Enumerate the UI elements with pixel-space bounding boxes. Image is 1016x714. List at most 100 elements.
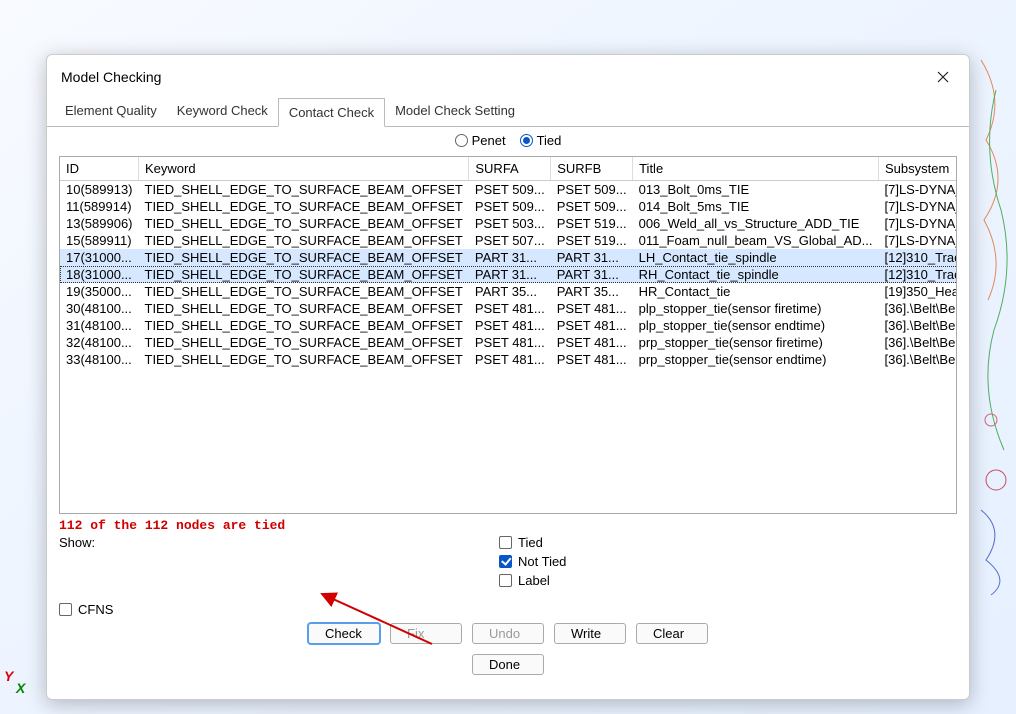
- cell-kw: TIED_SHELL_EDGE_TO_SURFACE_BEAM_OFFSET: [139, 334, 469, 351]
- contact-table[interactable]: ID Keyword SURFA SURFB Title Subsystem 1…: [59, 156, 957, 514]
- tab-element-quality[interactable]: Element Quality: [55, 97, 167, 126]
- tab-bar: Element Quality Keyword Check Contact Ch…: [47, 97, 969, 127]
- table-row[interactable]: 31(48100...TIED_SHELL_EDGE_TO_SURFACE_BE…: [60, 317, 957, 334]
- cell-id: 30(48100...: [60, 300, 139, 317]
- cell-title: 013_Bolt_0ms_TIE: [633, 181, 879, 199]
- cell-title: prp_stopper_tie(sensor endtime): [633, 351, 879, 368]
- undo-button[interactable]: Undo: [472, 623, 544, 644]
- checkbox-not-tied[interactable]: Not Tied: [499, 554, 566, 569]
- col-surfa[interactable]: SURFA: [469, 157, 551, 181]
- cell-id: 18(31000...: [60, 266, 139, 283]
- cell-sfb: PSET 481...: [551, 317, 633, 334]
- radio-penet-label: Penet: [472, 133, 506, 148]
- dialog-title: Model Checking: [61, 69, 931, 85]
- cell-sfa: PSET 503...: [469, 215, 551, 232]
- table-row[interactable]: 15(589911)TIED_SHELL_EDGE_TO_SURFACE_BEA…: [60, 232, 957, 249]
- cell-kw: TIED_SHELL_EDGE_TO_SURFACE_BEAM_OFFSET: [139, 351, 469, 368]
- tab-keyword-check[interactable]: Keyword Check: [167, 97, 278, 126]
- clear-button[interactable]: Clear: [636, 623, 708, 644]
- table-row[interactable]: 33(48100...TIED_SHELL_EDGE_TO_SURFACE_BE…: [60, 351, 957, 368]
- cell-id: 13(589906): [60, 215, 139, 232]
- cell-id: 17(31000...: [60, 249, 139, 266]
- col-subsystem[interactable]: Subsystem: [879, 157, 958, 181]
- radio-penet[interactable]: Penet: [455, 133, 506, 148]
- cell-sfa: PSET 509...: [469, 198, 551, 215]
- tab-contact-check[interactable]: Contact Check: [278, 98, 385, 127]
- table-row[interactable]: 18(31000...TIED_SHELL_EDGE_TO_SURFACE_BE…: [60, 266, 957, 283]
- canvas-decoration: [976, 40, 1016, 600]
- cell-sub: [19]350_Headre...: [879, 283, 958, 300]
- axis-y-label: Y: [4, 668, 13, 684]
- col-surfb[interactable]: SURFB: [551, 157, 633, 181]
- col-keyword[interactable]: Keyword: [139, 157, 469, 181]
- cell-title: LH_Contact_tie_spindle: [633, 249, 879, 266]
- checkbox-label[interactable]: Label: [499, 573, 566, 588]
- checkbox-icon: [499, 574, 512, 587]
- cell-sfb: PSET 481...: [551, 300, 633, 317]
- cell-id: 33(48100...: [60, 351, 139, 368]
- cell-title: HR_Contact_tie: [633, 283, 879, 300]
- table-row[interactable]: 17(31000...TIED_SHELL_EDGE_TO_SURFACE_BE…: [60, 249, 957, 266]
- cell-id: 19(35000...: [60, 283, 139, 300]
- check-button[interactable]: Check: [308, 623, 380, 644]
- cell-id: 10(589913): [60, 181, 139, 199]
- cell-sub: [36].\Belt\Belt_...: [879, 334, 958, 351]
- checkbox-label-label: Label: [518, 573, 550, 588]
- table-row[interactable]: 32(48100...TIED_SHELL_EDGE_TO_SURFACE_BE…: [60, 334, 957, 351]
- cell-kw: TIED_SHELL_EDGE_TO_SURFACE_BEAM_OFFSET: [139, 317, 469, 334]
- table-row[interactable]: 10(589913)TIED_SHELL_EDGE_TO_SURFACE_BEA…: [60, 181, 957, 199]
- cell-sub: [7]LS-DYNA_con...: [879, 181, 958, 199]
- cell-kw: TIED_SHELL_EDGE_TO_SURFACE_BEAM_OFFSET: [139, 232, 469, 249]
- cell-title: plp_stopper_tie(sensor endtime): [633, 317, 879, 334]
- radio-tied[interactable]: Tied: [520, 133, 562, 148]
- col-title[interactable]: Title: [633, 157, 879, 181]
- table-row[interactable]: 30(48100...TIED_SHELL_EDGE_TO_SURFACE_BE…: [60, 300, 957, 317]
- cell-title: 014_Bolt_5ms_TIE: [633, 198, 879, 215]
- close-button[interactable]: [931, 65, 955, 89]
- checkbox-icon: [59, 603, 72, 616]
- cell-sfa: PSET 481...: [469, 317, 551, 334]
- table-row[interactable]: 13(589906)TIED_SHELL_EDGE_TO_SURFACE_BEA…: [60, 215, 957, 232]
- cell-sub: [12]310_Track_...: [879, 266, 958, 283]
- radio-tied-label: Tied: [537, 133, 562, 148]
- axis-x-label: X: [16, 680, 25, 696]
- cell-sfa: PSET 481...: [469, 351, 551, 368]
- cell-sfb: PSET 481...: [551, 351, 633, 368]
- cell-sfa: PART 31...: [469, 249, 551, 266]
- cell-title: plp_stopper_tie(sensor firetime): [633, 300, 879, 317]
- checkbox-cfns[interactable]: CFNS: [59, 602, 957, 617]
- done-button[interactable]: Done: [472, 654, 544, 675]
- checkbox-icon: [499, 555, 512, 568]
- table-row[interactable]: 11(589914)TIED_SHELL_EDGE_TO_SURFACE_BEA…: [60, 198, 957, 215]
- cell-title: RH_Contact_tie_spindle: [633, 266, 879, 283]
- show-label: Show:: [59, 535, 499, 550]
- cell-sfa: PSET 507...: [469, 232, 551, 249]
- cell-sfa: PART 35...: [469, 283, 551, 300]
- titlebar: Model Checking: [47, 55, 969, 97]
- checkbox-not-tied-label: Not Tied: [518, 554, 566, 569]
- cell-sub: [36].\Belt\Belt_...: [879, 351, 958, 368]
- col-id[interactable]: ID: [60, 157, 139, 181]
- cell-sfb: PSET 509...: [551, 198, 633, 215]
- fix-button[interactable]: Fix: [390, 623, 462, 644]
- tab-model-check-setting[interactable]: Model Check Setting: [385, 97, 525, 126]
- cell-sub: [36].\Belt\Belt_...: [879, 317, 958, 334]
- cell-sfa: PSET 481...: [469, 334, 551, 351]
- cell-title: 006_Weld_all_vs_Structure_ADD_TIE: [633, 215, 879, 232]
- cell-sfa: PART 31...: [469, 266, 551, 283]
- radio-icon: [455, 134, 468, 147]
- cell-kw: TIED_SHELL_EDGE_TO_SURFACE_BEAM_OFFSET: [139, 198, 469, 215]
- cell-sfb: PSET 481...: [551, 334, 633, 351]
- cell-title: prp_stopper_tie(sensor firetime): [633, 334, 879, 351]
- cell-kw: TIED_SHELL_EDGE_TO_SURFACE_BEAM_OFFSET: [139, 249, 469, 266]
- cell-kw: TIED_SHELL_EDGE_TO_SURFACE_BEAM_OFFSET: [139, 215, 469, 232]
- cell-id: 32(48100...: [60, 334, 139, 351]
- write-button[interactable]: Write: [554, 623, 626, 644]
- cell-sfb: PART 31...: [551, 249, 633, 266]
- cell-sfb: PSET 519...: [551, 232, 633, 249]
- cell-sfb: PSET 509...: [551, 181, 633, 199]
- table-row[interactable]: 19(35000...TIED_SHELL_EDGE_TO_SURFACE_BE…: [60, 283, 957, 300]
- checkbox-tied[interactable]: Tied: [499, 535, 566, 550]
- cell-title: 011_Foam_null_beam_VS_Global_AD...: [633, 232, 879, 249]
- table-header-row[interactable]: ID Keyword SURFA SURFB Title Subsystem: [60, 157, 957, 181]
